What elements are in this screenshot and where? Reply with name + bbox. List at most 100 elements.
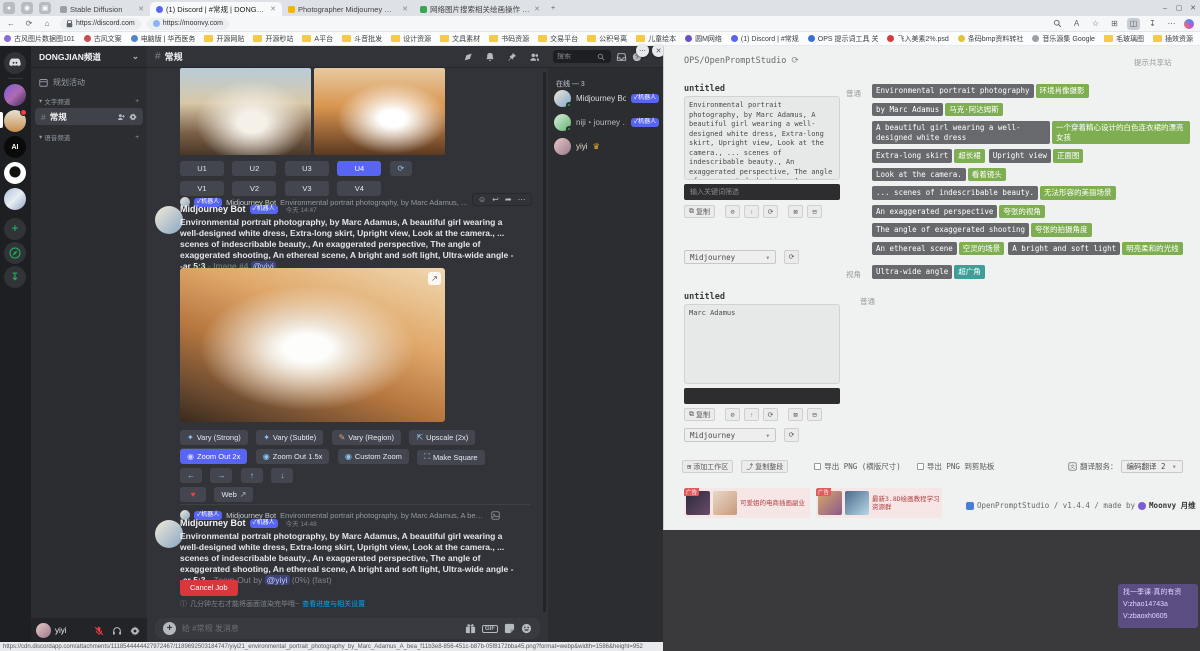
zoom-out-15x-button[interactable]: ◉Zoom Out 1.5x — [256, 449, 330, 464]
bookmark-item[interactable]: 开源秒站 — [253, 34, 293, 44]
make-square-button[interactable]: ⛶Make Square — [417, 450, 484, 465]
move-up-button[interactable]: ↑ — [744, 408, 759, 421]
pan-up-button[interactable]: ↑ — [241, 468, 263, 483]
threads-icon[interactable] — [463, 52, 473, 62]
tab-actions-icon[interactable]: ▣ — [39, 2, 51, 14]
bookmark-item[interactable]: 公积号离 — [587, 34, 627, 44]
member-list-icon[interactable] — [529, 52, 540, 62]
category-text-channels[interactable]: ▾ 文字频道 + — [33, 96, 145, 106]
bookmark-item[interactable]: (1) Discord | #常规 — [731, 34, 799, 44]
more-icon[interactable]: ⋯ — [518, 195, 526, 204]
download-apps-button[interactable]: ↧ — [4, 266, 26, 288]
prompt-tag[interactable]: ... scenes of indescribable beauty.无法形容的… — [872, 186, 1116, 200]
gif-picker-icon[interactable]: GIF — [482, 625, 498, 633]
home-icon[interactable]: ⌂ — [40, 19, 54, 28]
u3-button[interactable]: U3 — [285, 161, 329, 176]
custom-zoom-button[interactable]: ◉Custom Zoom — [338, 449, 409, 464]
bookmark-item[interactable]: 古风图片数据图101 — [4, 34, 75, 44]
headphones-icon[interactable] — [110, 624, 124, 638]
avatar[interactable] — [155, 206, 183, 234]
u2-button[interactable]: U2 — [232, 161, 276, 176]
ad-banner[interactable]: 广告 可爱姐的电商插画副业 — [684, 488, 810, 518]
bookmark-item[interactable]: 儿童绘本 — [636, 34, 676, 44]
zoom-out-2x-button[interactable]: ◉Zoom Out 2x — [180, 449, 247, 464]
bookmark-item[interactable]: 音乐源集 Google — [1032, 34, 1095, 44]
discord-home-button[interactable] — [4, 52, 26, 74]
copilot-icon[interactable] — [1184, 19, 1194, 29]
bookmark-item[interactable]: 圆M网络 — [685, 34, 722, 44]
bookmark-item[interactable]: A平台 — [302, 34, 333, 44]
message-input[interactable] — [182, 624, 459, 633]
v4-button[interactable]: V4 — [337, 181, 381, 196]
search-box[interactable] — [553, 50, 611, 63]
save-button[interactable]: ⊟ — [807, 205, 822, 218]
copy-all-button[interactable]: ⤴复制整段 — [741, 460, 788, 473]
reroll-button[interactable]: ⟳ — [390, 161, 412, 176]
downloads-icon[interactable]: ↧ — [1146, 18, 1159, 30]
ad-banner[interactable]: 广告 最新3.8D绘画教程学习资源群 — [816, 488, 942, 518]
sidebar-item-events[interactable]: 规划活动 — [31, 74, 147, 90]
translate-service-select[interactable]: 编码翻译 2 ▾ — [1121, 460, 1183, 473]
moonvy-brand[interactable]: Moonvy 月维 — [1149, 500, 1196, 511]
member-row-yiyi[interactable]: yiyi ♛ — [554, 138, 600, 155]
engine-select[interactable]: Midjourney ▾ — [684, 250, 776, 264]
disable-button[interactable]: ⊘ — [725, 205, 740, 218]
server-header[interactable]: DONGJIAN频道 ⌄ — [31, 46, 147, 68]
vary-subtle-button[interactable]: ✦Vary (Subtle) — [256, 430, 323, 445]
avatar[interactable] — [36, 623, 51, 638]
open-image-icon[interactable]: ↗ — [428, 272, 441, 285]
sticker-icon[interactable] — [504, 623, 515, 634]
gear-icon[interactable] — [129, 113, 137, 121]
settings-gear-icon[interactable] — [128, 624, 142, 638]
member-row-midjourney-bot[interactable]: Midjourney Bot ✓机器人 — [554, 90, 659, 107]
bookmark-item[interactable]: 交易平台 — [538, 34, 578, 44]
add-workspace-button[interactable]: ⊞添加工作区 — [682, 460, 733, 473]
minimize-button[interactable]: – — [1158, 2, 1172, 14]
pan-right-button[interactable]: → — [210, 468, 232, 483]
server-icon-art[interactable] — [4, 84, 26, 106]
invite-user-icon[interactable] — [117, 113, 125, 121]
back-icon[interactable]: ← — [4, 19, 18, 28]
v1-button[interactable]: V1 — [180, 181, 224, 196]
refresh-icon[interactable]: ⟳ — [791, 56, 799, 66]
progress-link[interactable]: 查看进度与相关设置 — [302, 599, 365, 609]
v2-button[interactable]: V2 — [232, 181, 276, 196]
workspaces-icon[interactable]: ◉ — [21, 2, 33, 14]
heart-button[interactable]: ♥ — [180, 487, 206, 502]
avatar[interactable] — [155, 520, 183, 548]
search-input[interactable] — [557, 53, 595, 60]
bookmark-item[interactable]: 斗音批发 — [342, 34, 382, 44]
engine-select[interactable]: Midjourney ▾ — [684, 428, 776, 442]
new-tab-button[interactable]: + — [546, 2, 560, 14]
vary-region-button[interactable]: ✎Vary (Region) — [332, 430, 401, 445]
prompt-tag[interactable]: Ultra-wide angle超广角 — [872, 265, 985, 279]
notifications-bell-icon[interactable] — [485, 52, 495, 62]
engine-refresh-button[interactable]: ⟳ — [784, 250, 799, 264]
prompt2-filter-bar[interactable] — [684, 388, 840, 404]
prompt1-textarea[interactable]: Environmental portrait photography, by M… — [684, 96, 840, 180]
vary-strong-button[interactable]: ✦Vary (Strong) — [180, 430, 248, 445]
prompt2-textarea[interactable]: Marc Adamus — [684, 304, 840, 384]
bookmark-item[interactable]: OPS 提示词工具 关 — [808, 34, 879, 44]
bookmark-item[interactable]: 飞入美素2%.psd — [887, 34, 948, 44]
close-icon[interactable]: ✕ — [270, 5, 276, 13]
tab-midjourney-keywords[interactable]: Photographer Midjourney 关键词分 ✕ — [282, 2, 414, 16]
add-reaction-icon[interactable]: ☺ — [478, 195, 486, 204]
bookmark-item[interactable]: 文具素材 — [440, 34, 480, 44]
bookmark-item[interactable]: 开源网贴 — [204, 34, 244, 44]
u1-button[interactable]: U1 — [180, 161, 224, 176]
inbox-icon[interactable] — [616, 52, 627, 62]
pan-down-button[interactable]: ↓ — [271, 468, 293, 483]
close-window-button[interactable]: ✕ — [1186, 2, 1200, 14]
disable-button[interactable]: ⊘ — [725, 408, 740, 421]
prompt-tag[interactable]: Look at the camera.看着镜头 — [872, 168, 1006, 182]
prompt-tag[interactable]: Upright view正面图 — [989, 149, 1084, 163]
mic-muted-icon[interactable] — [92, 624, 106, 638]
prompt1-filter-bar[interactable]: 输入关键词筛选 — [684, 184, 840, 200]
split-screen-icon[interactable]: ◫ — [1127, 18, 1140, 30]
midjourney-result-image[interactable]: ↗ — [180, 268, 445, 422]
prompt-tag[interactable]: A beautiful girl wearing a well-designed… — [872, 121, 1190, 144]
server-icon-panda[interactable] — [4, 162, 26, 184]
explore-servers-button[interactable] — [4, 242, 26, 264]
bookmark-item[interactable]: 书码资源 — [489, 34, 529, 44]
